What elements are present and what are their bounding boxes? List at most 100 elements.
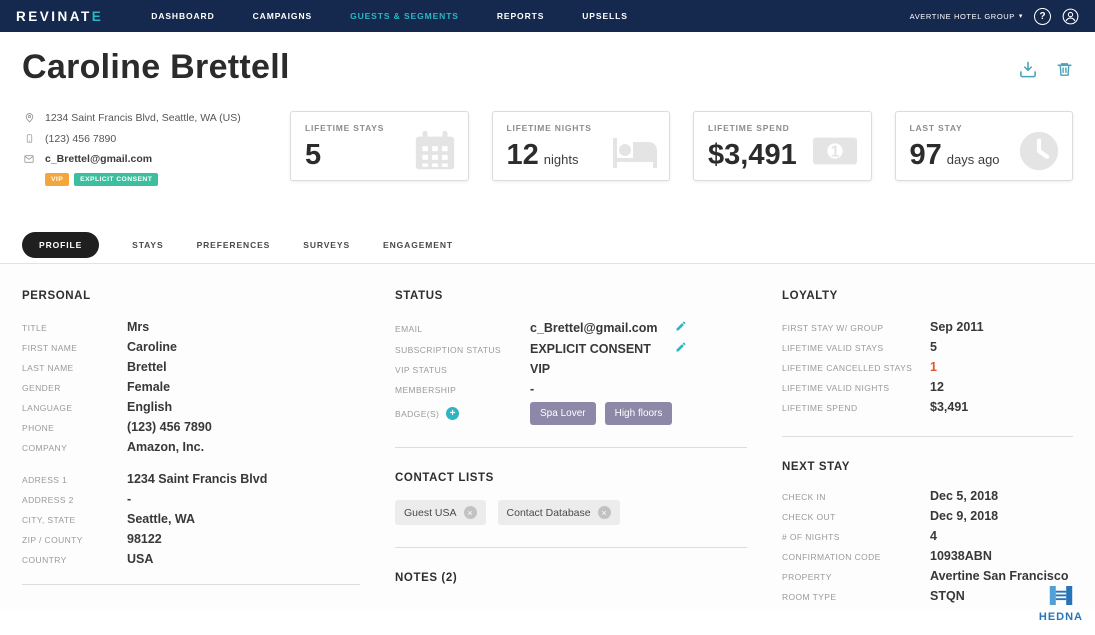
- card-value: 5: [305, 139, 322, 171]
- field-first-stay: FIRST STAY W/ GROUP Sep 2011: [782, 320, 984, 334]
- divider: [395, 447, 747, 448]
- field-valid-stays: LIFETIME VALID STAYS 5: [782, 340, 937, 354]
- consent-badge: EXPLICIT CONSENT: [74, 173, 159, 186]
- contact-list-chip[interactable]: Contact Database ×: [497, 500, 620, 525]
- stat-cards: LIFETIME STAYS 5 LIFETIME NIGHTS 12 night…: [290, 111, 1073, 186]
- field-language: LANGUAGE English: [22, 400, 173, 414]
- tab-surveys[interactable]: SURVEYS: [303, 240, 350, 250]
- delete-button[interactable]: [1056, 60, 1073, 84]
- badge-chip[interactable]: High floors: [604, 402, 673, 425]
- trash-icon: [1057, 63, 1072, 76]
- guest-profile-page: REVINATE DASHBOARD CAMPAIGNS GUESTS & SE…: [0, 0, 1095, 635]
- profile-content: PERSONAL TITLE Mrs FIRST NAME Caroline LAS…: [0, 264, 1095, 609]
- address-group: ADRESS 1 1234 Saint Francis Blvd ADDRESS …: [22, 472, 360, 566]
- logo-text: REVINAT: [16, 8, 92, 24]
- envelope-icon: [22, 154, 36, 164]
- field-check-in: CHECK IN Dec 5, 2018: [782, 489, 999, 503]
- hedna-logo-mark: [1049, 586, 1073, 605]
- download-button[interactable]: [1018, 60, 1038, 84]
- address-text: 1234 Saint Francis Blvd, Seattle, WA (US…: [45, 111, 241, 124]
- chevron-down-icon: ▾: [1018, 13, 1023, 20]
- field-title: TITLE Mrs: [22, 320, 150, 334]
- page-title: Caroline Brettell: [22, 48, 290, 86]
- field-zip: ZIP / COUNTY 98122: [22, 532, 162, 546]
- nav-item-dashboard[interactable]: DASHBOARD: [151, 11, 214, 21]
- field-address2: ADDRESS 2-: [22, 492, 132, 506]
- logo-accent: E: [91, 8, 104, 24]
- svg-text:1: 1: [830, 143, 839, 160]
- top-nav: REVINATE DASHBOARD CAMPAIGNS GUESTS & SE…: [0, 0, 1095, 32]
- field-badges: BADGE(S) + Spa Lover High floors: [395, 402, 687, 425]
- field-address1: ADRESS 1 1234 Saint Francis Blvd: [22, 472, 268, 486]
- account-label: AVERTINE HOTEL GROUP: [909, 11, 1015, 21]
- edit-email-button[interactable]: [675, 320, 687, 332]
- remove-chip-icon[interactable]: ×: [597, 506, 611, 519]
- field-company: COMPANY Amazon, Inc.: [22, 440, 205, 454]
- clock-icon: [1016, 128, 1062, 179]
- profile-tabs: PROFILE STAYS PREFERENCES SURVEYS ENGAGE…: [0, 226, 1095, 264]
- guest-badges: VIP EXPLICIT CONSENT: [45, 173, 290, 186]
- next-stay-heading: NEXT STAY: [782, 461, 851, 473]
- field-room-type: ROOM TYPE STQN: [782, 589, 965, 603]
- loyalty-heading: LOYALTY: [782, 290, 838, 302]
- help-button[interactable]: ?: [1034, 7, 1051, 25]
- divider: [22, 584, 360, 585]
- edit-subscription-button[interactable]: [675, 341, 687, 353]
- pencil-icon: [676, 342, 686, 352]
- nav-item-guests-segments[interactable]: GUESTS & SEGMENTS: [350, 11, 459, 21]
- tab-profile[interactable]: PROFILE: [22, 231, 100, 258]
- field-check-out: CHECK OUT Dec 9, 2018: [782, 509, 999, 523]
- field-first-name: FIRST NAME Caroline: [22, 340, 178, 354]
- status-heading: STATUS: [395, 290, 443, 302]
- card-value: 12: [506, 139, 539, 171]
- page-header: Caroline Brettell 1234 Saint Francis Blv…: [0, 32, 1095, 186]
- phone-text: (123) 456 7890: [45, 132, 117, 145]
- location-pin-icon: [22, 111, 36, 124]
- loyalty-section: LOYALTY FIRST STAY W/ GROUP Sep 2011 LIFE…: [782, 290, 1073, 609]
- field-last-name: LAST NAME Brettel: [22, 360, 167, 374]
- nav-item-reports[interactable]: REPORTS: [497, 11, 544, 21]
- personal-section: PERSONAL TITLE Mrs FIRST NAME Caroline LAS…: [22, 290, 360, 609]
- user-icon: [1062, 8, 1079, 24]
- user-avatar-button[interactable]: [1062, 8, 1079, 25]
- field-subscription-status: SUBSCRIPTION STATUS EXPLICIT CONSENT: [395, 341, 687, 356]
- field-valid-nights: LIFETIME VALID NIGHTS 12: [782, 380, 944, 394]
- divider: [782, 436, 1073, 437]
- vip-badge: VIP: [45, 173, 70, 186]
- primary-nav: DASHBOARD CAMPAIGNS GUESTS & SEGMENTS RE…: [151, 11, 628, 21]
- status-section: STATUS EMAIL c_Brettel@gmail.com SUBSCRI…: [395, 290, 747, 609]
- add-badge-button[interactable]: +: [446, 407, 460, 420]
- contact-lists-heading: CONTACT LISTS: [395, 472, 494, 484]
- remove-chip-icon[interactable]: ×: [463, 506, 477, 519]
- account-dropdown[interactable]: AVERTINE HOTEL GROUP ▾: [910, 12, 1023, 21]
- tab-preferences[interactable]: PREFERENCES: [197, 240, 271, 250]
- phone-icon: [22, 132, 36, 145]
- card-suffix: nights: [543, 152, 579, 167]
- nav-item-upsells[interactable]: UPSELLS: [582, 11, 628, 21]
- card-last-stay: LAST STAY 97 days ago: [894, 111, 1073, 181]
- download-icon: [1020, 61, 1036, 78]
- field-phone: PHONE (123) 456 7890: [22, 420, 212, 434]
- guest-email[interactable]: c_Brettel@gmail.com: [22, 153, 290, 165]
- guest-phone: (123) 456 7890: [22, 132, 290, 145]
- card-value: 97: [909, 139, 942, 171]
- card-suffix: days ago: [946, 152, 1000, 167]
- field-lifetime-spend: LIFETIME SPEND $3,491: [782, 400, 969, 414]
- bed-icon: [611, 128, 659, 180]
- field-cancelled-stays: LIFETIME CANCELLED STAYS 1: [782, 360, 937, 374]
- field-num-nights: # OF NIGHTS 4: [782, 529, 937, 543]
- card-value: $3,491: [708, 139, 797, 171]
- revinate-logo[interactable]: REVINATE: [16, 9, 103, 24]
- badge-chip[interactable]: Spa Lover: [530, 402, 596, 425]
- tab-stays[interactable]: STAYS: [132, 240, 163, 250]
- contact-block: 1234 Saint Francis Blvd, Seattle, WA (US…: [22, 111, 290, 186]
- nav-right: AVERTINE HOTEL GROUP ▾ ?: [910, 7, 1079, 25]
- header-actions: [1018, 60, 1073, 84]
- calendar-icon: [412, 128, 458, 179]
- contact-lists-section: CONTACT LISTS Guest USA × Contact Databa…: [395, 472, 747, 525]
- card-lifetime-nights: LIFETIME NIGHTS 12 nights: [491, 111, 670, 181]
- nav-item-campaigns[interactable]: CAMPAIGNS: [253, 11, 312, 21]
- contact-list-chip[interactable]: Guest USA ×: [395, 500, 486, 525]
- tab-engagement[interactable]: ENGAGEMENT: [383, 240, 453, 250]
- field-city-state: CITY, STATE Seattle, WA: [22, 512, 196, 526]
